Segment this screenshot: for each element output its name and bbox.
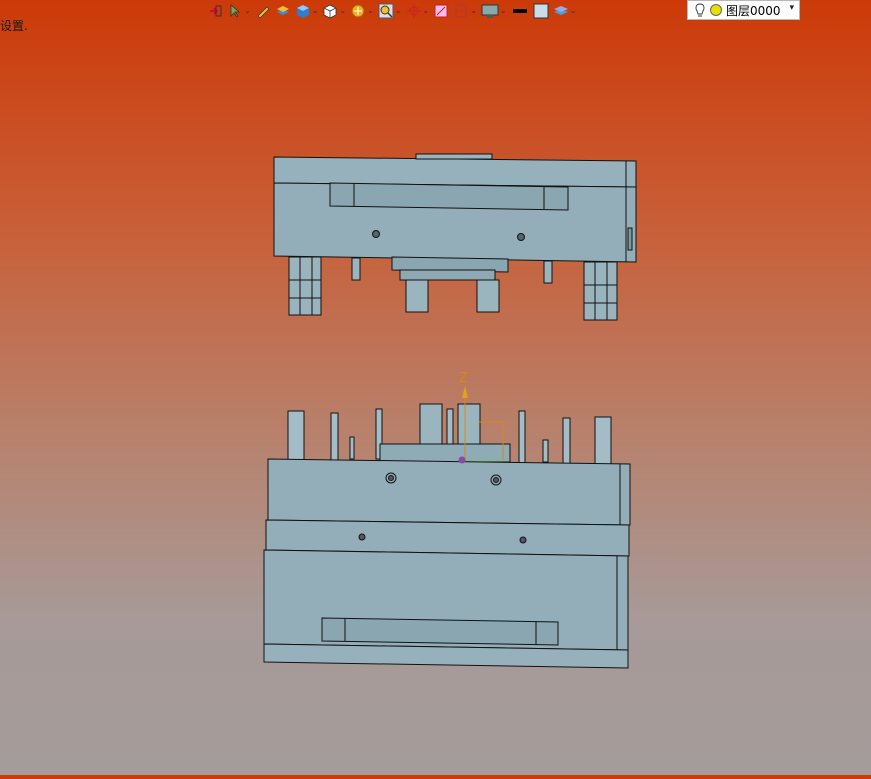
clip-button[interactable]: ⌄ xyxy=(452,1,478,21)
chevron-down-icon: ⌄ xyxy=(569,6,577,15)
fill-color-button[interactable] xyxy=(532,1,550,21)
display-button[interactable]: ⌄ xyxy=(480,1,508,21)
view-toolbar: ⌄ ⌄ ⌄ ⌄ ⌄ ⌄ ⌄ ⌄ ⌄ xyxy=(206,0,577,22)
layer-stack-button[interactable]: ⌄ xyxy=(552,1,578,21)
layer-box-button[interactable] xyxy=(274,1,292,21)
3d-viewport[interactable]: Z xyxy=(0,0,871,775)
current-layer-name: 图层0000 xyxy=(726,3,781,18)
chevron-down-icon: ⌄ xyxy=(394,6,402,15)
chevron-down-icon: ⌄ xyxy=(339,6,347,15)
origin-button[interactable]: ⌄ xyxy=(405,1,431,21)
line-color-button[interactable] xyxy=(510,1,530,21)
view-cube-icon xyxy=(324,4,337,19)
render-button[interactable]: ⌄ xyxy=(349,1,375,21)
render-icon xyxy=(351,4,365,18)
pencil-icon xyxy=(257,6,270,19)
chevron-down-icon: ⌄ xyxy=(311,6,319,15)
line-color-icon xyxy=(512,9,527,13)
chevron-down-icon: ⌄ xyxy=(499,6,507,15)
select-filter-button[interactable]: ⌄ xyxy=(226,1,252,21)
clip-icon xyxy=(455,4,467,18)
status-message: 设置. xyxy=(0,19,28,33)
light-bulb-icon[interactable] xyxy=(693,2,707,18)
dropdown-arrow-icon[interactable]: ▾ xyxy=(789,3,794,13)
snap-button[interactable] xyxy=(206,1,224,21)
chevron-down-icon: ⌄ xyxy=(367,6,374,15)
solid-button[interactable]: ⌄ xyxy=(294,1,320,21)
sketch-button[interactable] xyxy=(254,1,272,21)
section-icon xyxy=(434,4,448,18)
chevron-down-icon: ⌄ xyxy=(422,6,430,15)
display-icon xyxy=(481,4,499,18)
select-filter-icon xyxy=(230,4,241,18)
bottom-mold-half xyxy=(263,403,631,669)
mold-model: Z xyxy=(263,153,637,669)
origin-icon xyxy=(406,4,421,18)
solid-cube-icon xyxy=(296,5,309,18)
z-axis-label: Z xyxy=(459,371,468,386)
snap-icon xyxy=(210,5,222,17)
layer-stack-icon xyxy=(553,6,568,15)
zoom-icon xyxy=(378,3,394,19)
fill-color-icon xyxy=(533,3,549,19)
section-button[interactable] xyxy=(432,1,450,21)
layer-selector[interactable]: 图层0000 ▾ xyxy=(687,0,800,20)
layer-box-icon xyxy=(276,6,289,15)
zoom-button[interactable]: ⌄ xyxy=(377,1,403,21)
chevron-down-icon: ⌄ xyxy=(244,6,251,15)
view-cube-button[interactable]: ⌄ xyxy=(321,1,347,21)
chevron-down-icon: ⌄ xyxy=(470,6,477,15)
layer-color-icon[interactable] xyxy=(709,3,723,17)
top-mold-half xyxy=(273,153,637,321)
